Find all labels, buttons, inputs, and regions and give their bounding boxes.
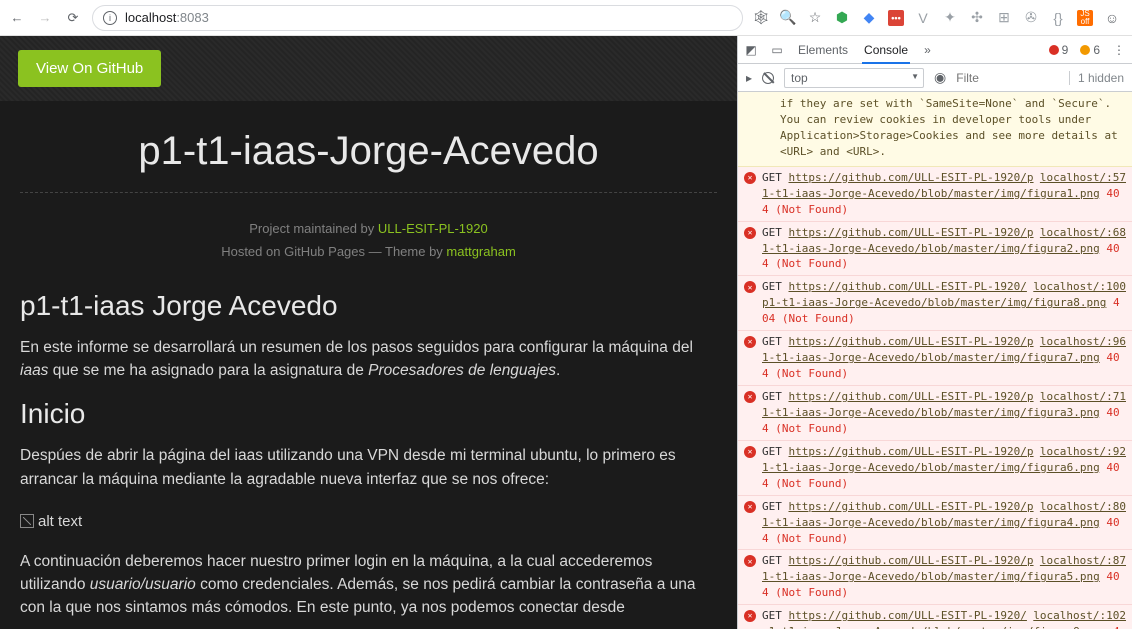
error-source-link[interactable]: localhost/:80: [1040, 499, 1126, 515]
tab-elements[interactable]: Elements: [796, 37, 850, 63]
broken-image: alt text: [20, 513, 82, 530]
translate-icon[interactable]: 🕸: [753, 10, 769, 26]
console-error: ✕localhost/:68GET https://github.com/ULL…: [738, 222, 1132, 277]
error-icon: ✕: [744, 391, 756, 403]
error-icon: ✕: [744, 281, 756, 293]
view-on-github-button[interactable]: View On GitHub: [18, 50, 161, 87]
extension-icon[interactable]: {}: [1050, 10, 1066, 26]
hidden-count[interactable]: 1 hidden: [1069, 71, 1124, 85]
extension-icon[interactable]: ⬢: [834, 10, 850, 26]
clear-console-icon[interactable]: [762, 72, 774, 84]
live-expression-icon[interactable]: ◉: [934, 69, 946, 86]
extension-icon[interactable]: V: [915, 10, 931, 26]
error-icon: ✕: [744, 446, 756, 458]
profile-avatar[interactable]: ☺: [1104, 10, 1120, 26]
error-source-link[interactable]: localhost/:57: [1040, 170, 1126, 186]
console-error: ✕localhost/:96GET https://github.com/ULL…: [738, 331, 1132, 386]
console-output: if they are set with `SameSite=None` and…: [738, 92, 1132, 629]
site-info-icon[interactable]: i: [103, 11, 117, 25]
error-icon: ✕: [744, 336, 756, 348]
error-source-link[interactable]: localhost/:87: [1040, 553, 1126, 569]
error-icon: ✕: [744, 227, 756, 239]
console-toolbar: ▸ top ◉ 1 hidden: [738, 64, 1132, 92]
tab-console[interactable]: Console: [862, 37, 910, 64]
devtools-tabbar: ◩ ▭ Elements Console » 9 6 ⋮: [738, 36, 1132, 64]
zoom-icon[interactable]: 🔍: [780, 10, 796, 26]
extension-icon[interactable]: ⊞: [996, 10, 1012, 26]
reload-button[interactable]: ⟳: [64, 9, 82, 27]
bookmark-icon[interactable]: ☆: [807, 10, 823, 26]
error-count-badge[interactable]: 9: [1049, 43, 1069, 57]
url-text: localhost:8083: [125, 10, 209, 25]
error-icon: ✕: [744, 555, 756, 567]
divider: [20, 192, 717, 193]
page-header: View On GitHub: [0, 36, 737, 101]
section-heading: Inicio: [20, 398, 717, 430]
error-source-link[interactable]: localhost/:96: [1040, 334, 1126, 350]
console-warning: if they are set with `SameSite=None` and…: [738, 92, 1132, 167]
error-icon: ✕: [744, 610, 756, 622]
page-meta: Project maintained by ULL-ESIT-PL-1920 H…: [20, 217, 717, 264]
maintainer-link[interactable]: ULL-ESIT-PL-1920: [378, 221, 488, 236]
error-icon: ✕: [744, 501, 756, 513]
back-button[interactable]: ←: [8, 9, 26, 27]
console-error: ✕localhost/:100GET https://github.com/UL…: [738, 276, 1132, 331]
page-title: p1-t1-iaas-Jorge-Acevedo: [20, 129, 717, 174]
extension-icon[interactable]: ✣: [969, 10, 985, 26]
console-error: ✕localhost/:80GET https://github.com/ULL…: [738, 496, 1132, 551]
address-bar[interactable]: i localhost:8083: [92, 5, 743, 31]
context-selector[interactable]: top: [784, 68, 924, 88]
page-viewport: View On GitHub p1-t1-iaas-Jorge-Acevedo …: [0, 36, 737, 629]
extension-icon[interactable]: •••: [888, 10, 904, 26]
theme-link[interactable]: mattgraham: [446, 244, 515, 259]
error-source-link[interactable]: localhost/:100: [1033, 279, 1126, 295]
tab-more[interactable]: »: [922, 37, 933, 63]
devtools-menu-icon[interactable]: ⋮: [1112, 43, 1126, 57]
extension-icon[interactable]: ✦: [942, 10, 958, 26]
error-icon: ✕: [744, 172, 756, 184]
forward-button[interactable]: →: [36, 9, 54, 27]
toolbar-actions: 🕸 🔍 ☆ ⬢ ◆ ••• V ✦ ✣ ⊞ ✇ {} JSoff ☺: [753, 10, 1124, 26]
console-sidebar-icon[interactable]: ▸: [746, 71, 752, 85]
paragraph: Despúes de abrir la página del iaas util…: [20, 444, 717, 491]
error-source-link[interactable]: localhost/:102: [1033, 608, 1126, 624]
console-error: ✕localhost/:102GET https://github.com/UL…: [738, 605, 1132, 629]
broken-image-icon: [20, 514, 34, 528]
section-heading: p1-t1-iaas Jorge Acevedo: [20, 290, 717, 322]
paragraph: A continuación deberemos hacer nuestro p…: [20, 550, 717, 620]
extension-icon[interactable]: JSoff: [1077, 10, 1093, 26]
devtools-panel: ◩ ▭ Elements Console » 9 6 ⋮ ▸ top ◉ 1 h…: [737, 36, 1132, 629]
extension-icon[interactable]: ◆: [861, 10, 877, 26]
warning-count-badge[interactable]: 6: [1080, 43, 1100, 57]
error-source-link[interactable]: localhost/:68: [1040, 225, 1126, 241]
console-error: ✕localhost/:92GET https://github.com/ULL…: [738, 441, 1132, 496]
error-source-link[interactable]: localhost/:92: [1040, 444, 1126, 460]
paragraph: En este informe se desarrollará un resum…: [20, 336, 717, 383]
error-source-link[interactable]: localhost/:71: [1040, 389, 1126, 405]
browser-toolbar: ← → ⟳ i localhost:8083 🕸 🔍 ☆ ⬢ ◆ ••• V ✦…: [0, 0, 1132, 36]
console-error: ✕localhost/:87GET https://github.com/ULL…: [738, 550, 1132, 605]
extension-icon[interactable]: ✇: [1023, 10, 1039, 26]
filter-input[interactable]: [956, 71, 994, 85]
console-error: ✕localhost/:57GET https://github.com/ULL…: [738, 167, 1132, 222]
device-toggle-icon[interactable]: ▭: [770, 43, 784, 57]
console-error: ✕localhost/:71GET https://github.com/ULL…: [738, 386, 1132, 441]
inspect-icon[interactable]: ◩: [744, 43, 758, 57]
